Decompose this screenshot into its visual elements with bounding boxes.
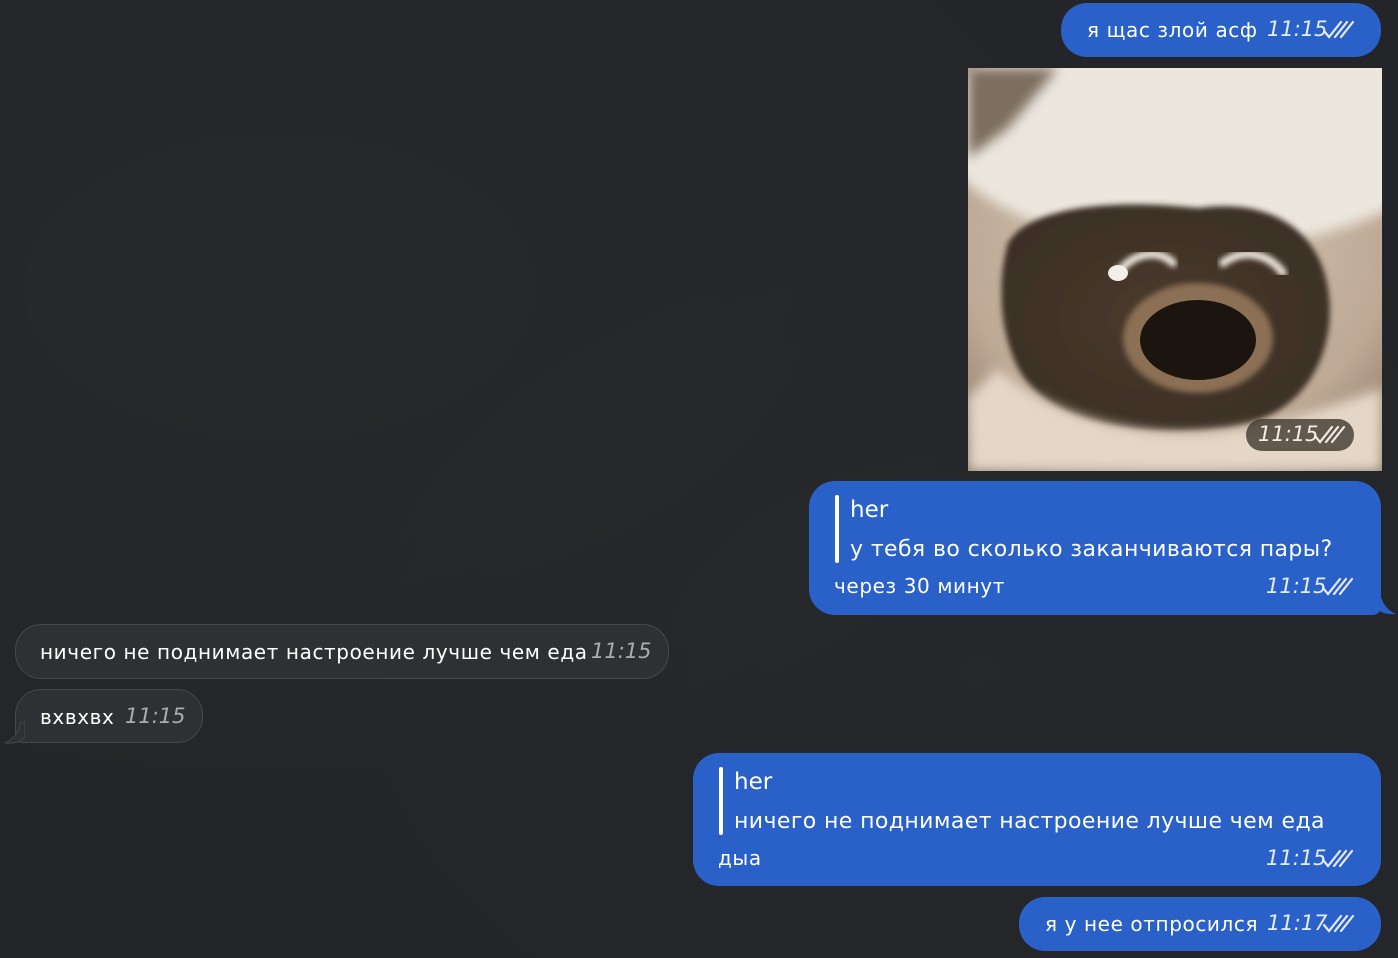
reply-author: her — [734, 769, 773, 795]
double-check-icon — [1314, 425, 1346, 444]
bubble-tail — [4, 722, 25, 744]
outgoing-message[interactable]: я у нее отпросился 11:17 — [1019, 897, 1381, 951]
message-text: дыа — [718, 846, 762, 870]
message-text: я у нее отпросился — [1045, 912, 1259, 936]
photo-timestamp-badge: 11:15 — [1246, 419, 1354, 451]
double-check-icon — [1322, 577, 1354, 596]
message-text: я щас злой асф — [1087, 18, 1258, 42]
message-time: 11:15 — [591, 639, 652, 663]
double-check-icon — [1323, 20, 1355, 39]
message-text: через 30 минут — [834, 574, 1005, 598]
double-check-icon — [1323, 914, 1355, 933]
incoming-message[interactable]: вхвхвх 11:15 — [15, 689, 203, 743]
double-check-icon — [1322, 849, 1354, 868]
reply-quoted-text: у тебя во сколько заканчиваются пары? — [850, 537, 1333, 562]
reply-quote-bar — [719, 767, 723, 835]
outgoing-reply-message[interactable]: her ничего не поднимает настроение лучше… — [693, 753, 1381, 886]
bubble-tail — [1376, 593, 1396, 615]
message-time: 11:17 — [1267, 911, 1328, 935]
photo-message[interactable]: 11:15 — [968, 68, 1382, 471]
message-time: 11:15 — [1267, 17, 1328, 41]
message-time: 11:15 — [125, 704, 186, 728]
outgoing-message[interactable]: я щас злой асф 11:15 — [1061, 3, 1381, 57]
reply-quoted-text: ничего не поднимает настроение лучше чем… — [734, 809, 1325, 834]
message-text: вхвхвх — [40, 705, 115, 729]
reply-quote-bar — [835, 495, 839, 563]
message-time: 11:15 — [1266, 846, 1327, 870]
message-time: 11:15 — [1258, 422, 1319, 446]
message-time: 11:15 — [1266, 574, 1327, 598]
incoming-message[interactable]: ничего не поднимает настроение лучше чем… — [15, 624, 669, 679]
crying-face-photo — [968, 68, 1382, 471]
outgoing-reply-message[interactable]: her у тебя во сколько заканчиваются пары… — [809, 481, 1381, 615]
reply-author: her — [850, 497, 889, 523]
message-text: ничего не поднимает настроение лучше чем… — [40, 640, 588, 664]
